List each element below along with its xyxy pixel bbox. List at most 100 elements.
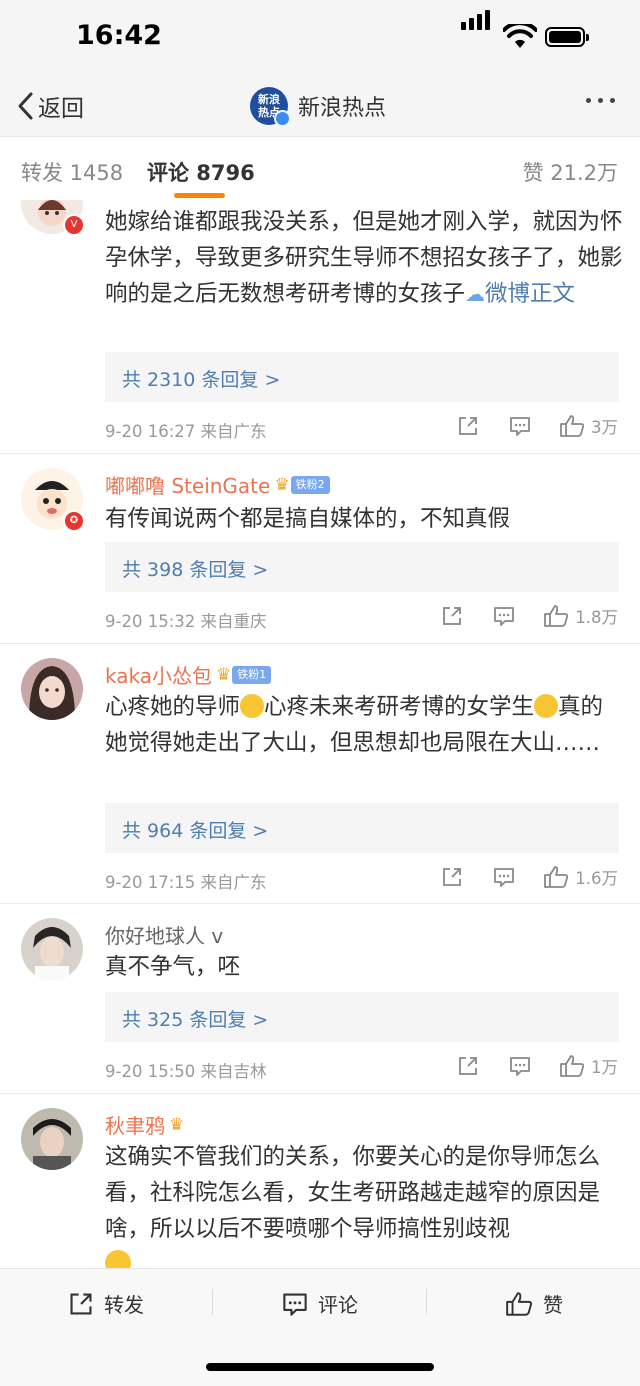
status-time: 16:42 [76, 20, 162, 51]
like-count: 3万 [591, 418, 618, 437]
reply-icon[interactable] [509, 1055, 531, 1077]
crying-emoji-icon [240, 694, 265, 718]
comment-meta: 9-20 17:15 来自广东 [105, 873, 267, 892]
crown-icon: ♛ [169, 1114, 185, 1135]
replies-button[interactable]: 共 398 条回复 > [105, 542, 619, 592]
active-tab-indicator [174, 193, 225, 198]
author-name: 你好地球人 v [105, 924, 224, 948]
divider [0, 903, 640, 904]
reply-icon[interactable] [493, 866, 515, 888]
bottom-toolbar: 转发 评论 赞 [0, 1268, 640, 1386]
more-options-icon[interactable] [586, 98, 615, 103]
fan-badge: 铁粉2 [290, 475, 330, 494]
page-title: 新浪热点 [298, 96, 387, 121]
replies-label: 共 964 条回复 > [122, 820, 269, 842]
reply-icon[interactable] [509, 415, 531, 437]
comment-list[interactable]: V 她嫁给谁都跟我没关系，但是她才刚入学，就因为怀孕休学，导致更多研究生导师不想… [0, 200, 640, 1268]
comment-label: 评论 [318, 1293, 358, 1317]
verified-icon [274, 110, 291, 127]
comment-text: 真不争气，呸 [105, 954, 241, 980]
tab-repost[interactable]: 转发 1458 [21, 157, 123, 187]
like-count: 1万 [591, 1058, 618, 1077]
tab-comment[interactable]: 评论 8796 [147, 157, 255, 187]
comment-actions: 1.8万 [441, 604, 618, 628]
author-name: 嘟嘟噜 SteinGate [105, 474, 271, 498]
like-label: 赞 [543, 1293, 563, 1317]
account-header[interactable]: 新浪热点 新浪热点 [250, 84, 386, 128]
comment-author[interactable]: 嘟嘟噜 SteinGate ♛ 铁粉2 [105, 470, 330, 499]
back-button[interactable]: 返回 [16, 88, 84, 124]
wifi-icon [503, 24, 537, 48]
crown-icon: ♛ [215, 664, 232, 685]
share-icon[interactable] [457, 415, 479, 437]
divider [426, 1289, 427, 1315]
comment-text: 她嫁给谁都跟我没关系，但是她才刚入学，就因为怀孕休学，导致更多研究生导师不想招女… [105, 204, 623, 312]
smile-emoji-icon [105, 1250, 131, 1268]
comment-actions: 1万 [457, 1054, 618, 1078]
comment-meta: 9-20 15:50 来自吉林 [105, 1062, 267, 1081]
comment-button[interactable]: 评论 [282, 1289, 358, 1318]
like-icon[interactable] [543, 604, 569, 628]
verified-badge-icon: V [63, 214, 85, 236]
replies-label: 共 325 条回复 > [122, 1009, 269, 1031]
comment-body: 这确实不管我们的关系，你要关心的是你导师怎么看，社科院怎么看，女生考研路越走越窄… [105, 1144, 601, 1242]
comment-body-part: 心疼她的导师 [105, 694, 241, 720]
crying-emoji-icon [534, 694, 559, 718]
share-icon[interactable] [457, 1055, 479, 1077]
like-icon[interactable] [559, 1054, 585, 1078]
avatar[interactable]: V [21, 200, 85, 236]
author-name: kaka小怂包 [105, 664, 212, 688]
replies-button[interactable]: 共 325 条回复 > [105, 992, 619, 1042]
author-name: 秋聿鸦 [105, 1114, 165, 1138]
avatar[interactable] [21, 1108, 83, 1170]
divider [0, 453, 640, 454]
replies-label: 共 2310 条回复 > [122, 369, 281, 391]
account-avatar: 新浪热点 [250, 87, 291, 127]
replies-label: 共 398 条回复 > [122, 559, 269, 581]
comment-actions: 1.6万 [441, 865, 618, 889]
share-icon [70, 1292, 92, 1315]
member-badge-icon: ✪ [63, 510, 85, 532]
replies-button[interactable]: 共 2310 条回复 > [105, 352, 619, 402]
avatar[interactable]: ✪ [21, 468, 85, 532]
nav-bar: 返回 新浪热点 新浪热点 [0, 76, 640, 136]
back-label: 返回 [38, 96, 84, 122]
comment-author[interactable]: 你好地球人 v [105, 920, 223, 949]
avatar[interactable] [21, 918, 83, 980]
comment-author[interactable]: kaka小怂包 ♛ 铁粉1 [105, 660, 272, 689]
home-indicator[interactable] [206, 1363, 434, 1371]
share-icon[interactable] [441, 605, 463, 627]
avatar[interactable] [21, 658, 83, 720]
chevron-left-icon [18, 92, 33, 120]
battery-icon [545, 27, 589, 47]
divider [212, 1289, 213, 1315]
cloud-emoji-icon: ☁ [465, 282, 486, 306]
like-button[interactable]: 赞 [505, 1289, 563, 1318]
comment-text: 这确实不管我们的关系，你要关心的是你导师怎么看，社科院怎么看，女生考研路越走越窄… [105, 1139, 623, 1268]
comment-actions: 3万 [457, 414, 618, 438]
reply-icon[interactable] [493, 605, 515, 627]
status-bar: 16:42 [0, 0, 640, 76]
replies-button[interactable]: 共 964 条回复 > [105, 803, 619, 853]
comment-text: 有传闻说两个都是搞自媒体的，不知真假 [105, 506, 511, 532]
comment-text: 心疼她的导师 心疼未来考研考博的女学生 真的她觉得她走出了大山，但思想却也局限在大山… [105, 689, 623, 761]
divider [0, 643, 640, 644]
like-count: 1.6万 [575, 869, 618, 888]
tab-like[interactable]: 赞 21.2万 [523, 157, 618, 187]
like-icon[interactable] [543, 865, 569, 889]
comment-icon [283, 1292, 307, 1316]
weibo-body-link[interactable]: 微博正文 [485, 281, 575, 307]
share-icon[interactable] [441, 866, 463, 888]
repost-label: 转发 [104, 1293, 144, 1317]
divider [0, 1093, 640, 1094]
comment-meta: 9-20 15:32 来自重庆 [105, 612, 267, 631]
crown-icon: ♛ [274, 474, 290, 495]
comment-author[interactable]: 秋聿鸦 ♛ [105, 1110, 184, 1139]
like-count: 1.8万 [575, 608, 618, 627]
comment-body-part: 心疼未来考研考博的女学生 [264, 694, 535, 720]
like-icon[interactable] [559, 414, 585, 438]
fan-badge: 铁粉1 [232, 665, 272, 684]
repost-button[interactable]: 转发 [68, 1289, 144, 1318]
comment-meta: 9-20 16:27 来自广东 [105, 422, 267, 441]
like-icon [506, 1291, 533, 1316]
